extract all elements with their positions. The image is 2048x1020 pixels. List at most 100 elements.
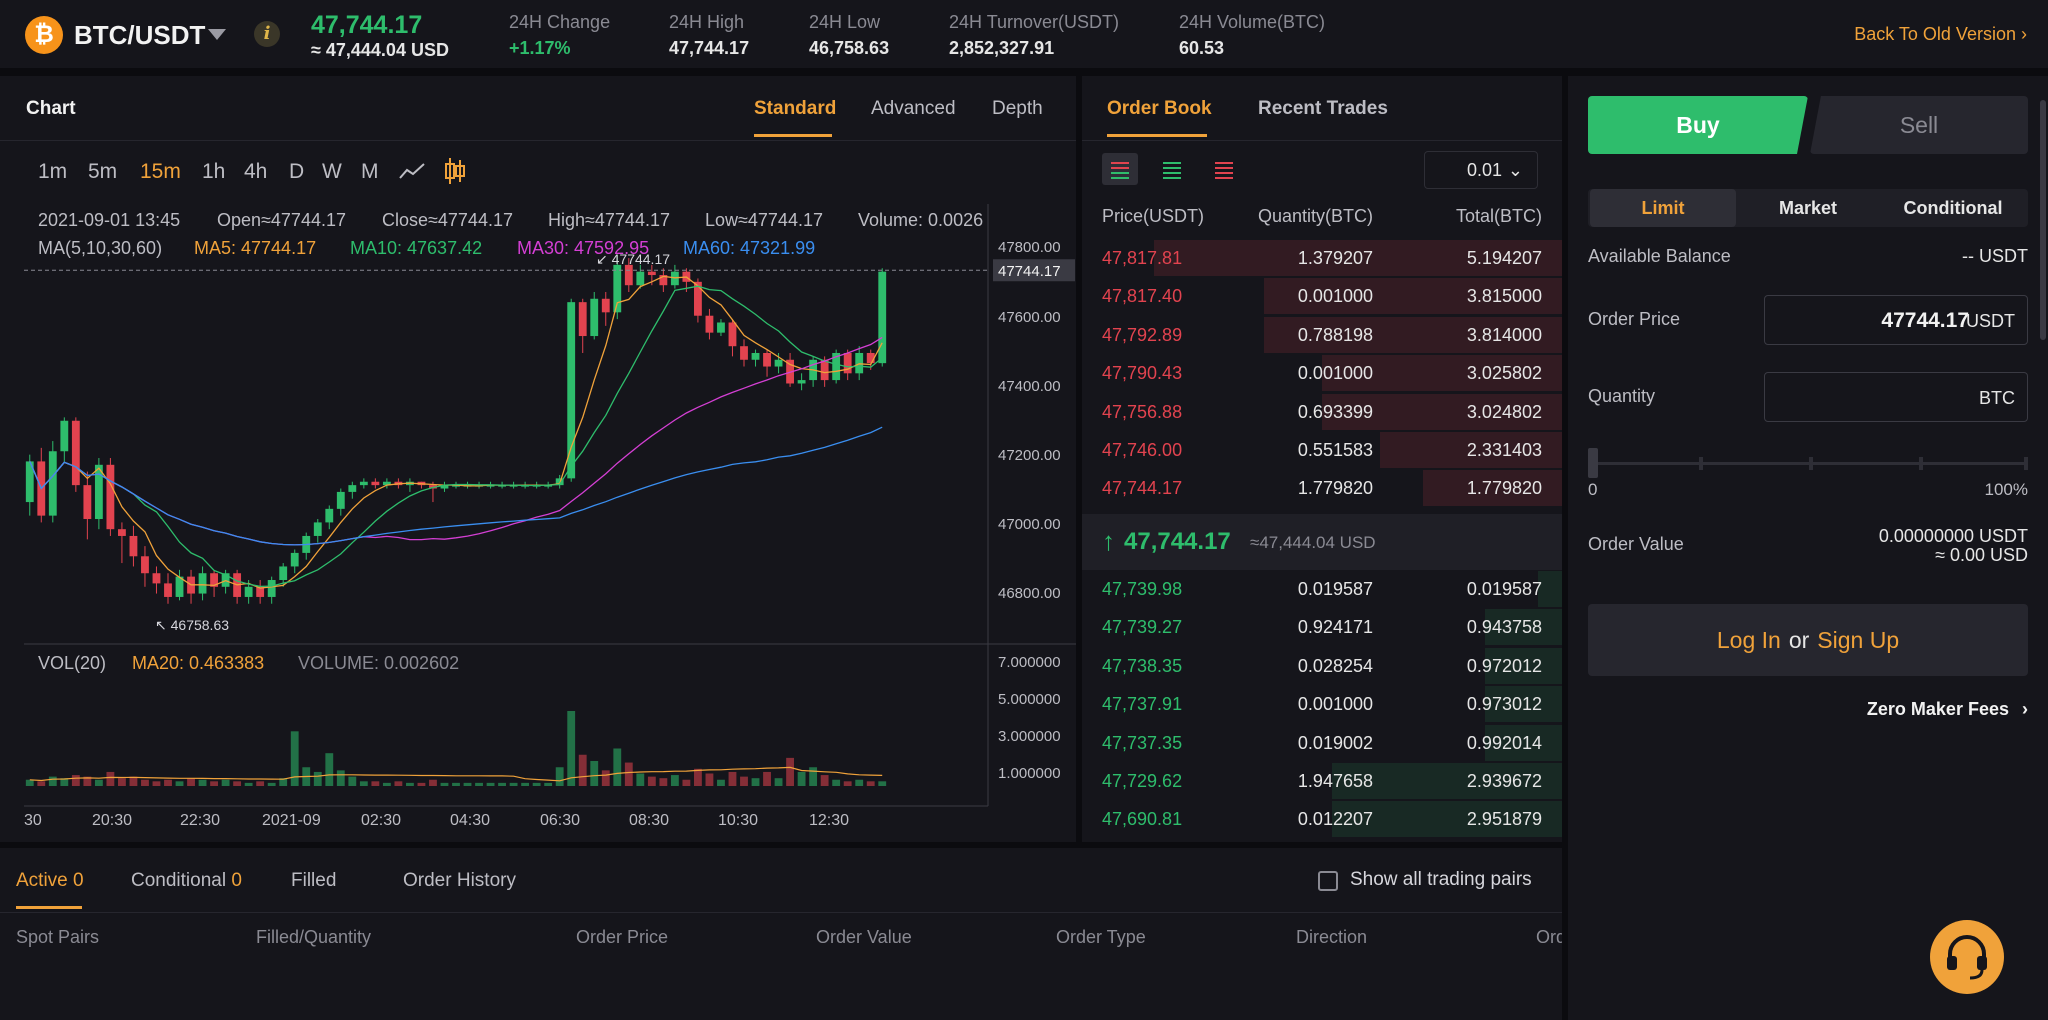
volume-bar [578,754,587,786]
volume-bar [601,770,610,786]
last-price-usd: ≈ 47,444.04 USD [311,40,449,60]
ask-row[interactable]: 47,817.81 1.379207 5.194207 [1082,239,1562,277]
tab-recent-trades[interactable]: Recent Trades [1258,98,1388,120]
volume-bar [555,767,564,786]
trade-panel: Buy Sell Limit Market Conditional Availa… [1568,76,2048,1020]
zero-maker-fees-link[interactable]: Zero Maker Fees › [1867,699,2028,720]
bid-qty: 0.924171 [1297,617,1373,638]
ask-qty: 0.001000 [1297,286,1373,307]
candle-body [878,271,887,364]
chevron-down-icon: ⌄ [1507,160,1523,180]
orders-panel: Active 0 Conditional 0 Filled Order Hist… [0,848,1562,1020]
last-price: 47,744.17 [311,11,423,39]
active-tab-underline [16,906,82,909]
volume-bar [866,781,875,786]
info-icon[interactable]: i [254,21,280,47]
volume-bar [659,778,668,786]
tab-order-history[interactable]: Order History [403,870,516,892]
book-bids-icon[interactable] [1154,153,1190,185]
log-in-link[interactable]: Log In [1717,627,1781,653]
pair-selector-label[interactable]: BTC/USDT [74,20,205,51]
quantity-input[interactable]: BTC [1764,372,2028,422]
volume-bar [567,711,576,786]
bid-row[interactable]: 47,739.98 0.019587 0.019587 [1082,570,1562,608]
bid-row[interactable]: 47,739.27 0.924171 0.943758 [1082,608,1562,646]
ask-price: 47,746.00 [1102,440,1183,460]
headset-icon [1947,935,1987,980]
volume-bar [175,781,184,786]
ask-row[interactable]: 47,746.00 0.551583 2.331403 [1082,431,1562,469]
ask-total: 2.331403 [1466,440,1542,460]
candle-body [244,586,253,597]
candle-body [624,264,633,286]
bid-row[interactable]: 47,690.81 0.012207 2.951879 [1082,800,1562,838]
volume-bar [590,761,599,786]
bid-row[interactable]: 47,737.35 0.019002 0.992014 [1082,724,1562,762]
precision-select[interactable]: 0.01 ⌄ [1424,151,1538,189]
candle-body [198,573,207,594]
bid-qty: 0.012207 [1297,809,1373,830]
volume-tick: 7.000000 [998,654,1061,671]
volume-bar [71,775,80,786]
order-type-conditional[interactable]: Conditional [1880,189,2026,227]
order-type-market[interactable]: Market [1735,189,1881,227]
tab-active-orders[interactable]: Active 0 [16,870,84,892]
tab-filled-orders[interactable]: Filled [291,870,336,892]
volume-bar [256,781,265,786]
ask-row[interactable]: 47,792.89 0.788198 3.814000 [1082,316,1562,354]
candle-body [290,552,299,567]
book-both-view-button[interactable] [1102,153,1138,185]
time-tick: 06:30 [540,812,581,829]
volume-bar [820,775,829,786]
tab-conditional-orders[interactable]: Conditional 0 [131,870,242,892]
customer-support-button[interactable] [1930,920,2004,994]
buy-tab-button[interactable]: Buy [1588,96,1808,154]
show-all-pairs-label[interactable]: Show all trading pairs [1350,869,1532,891]
volume-bar [336,770,345,786]
slider-tick [1699,457,1703,470]
book-asks-icon[interactable] [1206,153,1242,185]
bid-row[interactable]: 47,729.62 1.947658 2.939672 [1082,762,1562,800]
chevron-down-icon[interactable] [208,29,226,40]
volume-bar [544,782,553,786]
candle-body [371,481,380,486]
time-tick: 20:30 [92,812,133,829]
time-tick: 04:30 [450,812,491,829]
high-marker-label: ↙ 47744.17 [596,251,670,267]
login-prompt: Log In or Sign Up [1588,604,2028,676]
candle-body [359,481,368,486]
arrow-up-icon: ↑ [1102,526,1115,556]
zero-maker-fees-label: Zero Maker Fees [1866,699,2009,719]
ask-row[interactable]: 47,817.40 0.001000 3.815000 [1082,277,1562,315]
tab-order-book[interactable]: Order Book [1107,98,1212,120]
back-to-old-version-link[interactable]: Back To Old Version › [1854,24,2027,45]
volume-bar [25,779,34,786]
time-tick: 2021-09 [262,812,321,829]
sign-up-link[interactable]: Sign Up [1817,627,1899,653]
ask-row[interactable]: 47,756.88 0.693399 3.024802 [1082,393,1562,431]
bid-row[interactable]: 47,737.91 0.001000 0.973012 [1082,685,1562,723]
stat-24h-turnover-value: 2,852,327.91 [949,38,1055,58]
ask-price: 47,756.88 [1102,401,1183,422]
tab-count: 0 [231,870,242,891]
volume-bar [382,782,391,786]
bid-qty: 0.001000 [1297,694,1373,715]
volume-bar [106,771,115,786]
quantity-slider-handle[interactable] [1588,448,1598,478]
sell-tab-button[interactable]: Sell [1810,96,2028,154]
col-order-value: Order Value [816,927,912,947]
scrollbar[interactable] [2040,100,2046,340]
volume-bar [786,757,794,786]
price-tick: 47600.00 [998,309,1061,326]
ask-row[interactable]: 47,790.43 0.001000 3.025802 [1082,354,1562,392]
order-type-limit[interactable]: Limit [1590,189,1736,227]
bid-price: 47,738.35 [1102,655,1183,676]
bid-row[interactable]: 47,738.35 0.028254 0.972012 [1082,647,1562,685]
ask-row[interactable]: 47,744.17 1.779820 1.779820 [1082,469,1562,507]
candle-body [774,359,783,367]
volume-bar [475,782,483,786]
order-price-input[interactable]: 47744.17 USDT [1764,295,2028,345]
candlestick-chart[interactable]: 47744.17 ↙ 47744.17 ↖ 46758.63 [0,76,1076,842]
show-all-pairs-checkbox[interactable] [1318,871,1338,891]
volume-tick: 1.000000 [998,765,1061,782]
